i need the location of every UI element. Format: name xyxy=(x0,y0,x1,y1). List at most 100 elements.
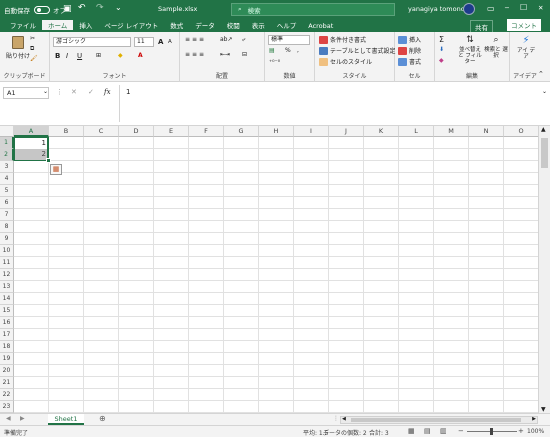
sort-filter-button[interactable]: ⇅ 並べ替えと フィルター xyxy=(457,35,483,65)
tab-acrobat[interactable]: Acrobat xyxy=(302,20,339,32)
column-header-j[interactable]: J xyxy=(329,126,364,137)
column-header-b[interactable]: B xyxy=(49,126,84,137)
column-header-d[interactable]: D xyxy=(119,126,154,137)
ideas-button[interactable]: ⚡ アイ デア xyxy=(515,35,537,60)
tab-view[interactable]: 表示 xyxy=(246,20,271,32)
cut-icon[interactable]: ✂ xyxy=(30,35,35,42)
autosave-toggle[interactable]: 自動保存 オフ xyxy=(4,5,66,15)
minimize-icon[interactable]: ─ xyxy=(505,4,509,12)
tab-data[interactable]: データ xyxy=(189,20,221,32)
row-header-18[interactable]: 18 xyxy=(0,341,14,353)
currency-icon[interactable]: ▤ xyxy=(269,47,275,54)
scroll-down-icon[interactable]: ▼ xyxy=(541,406,546,413)
page-break-view-icon[interactable]: ▥ xyxy=(440,427,447,435)
zoom-out-icon[interactable]: − xyxy=(458,427,464,435)
font-name-select[interactable]: 游ゴシック xyxy=(53,37,131,47)
format-painter-icon[interactable]: 🖌 xyxy=(30,55,38,62)
select-all-corner[interactable] xyxy=(0,126,14,137)
row-header-15[interactable]: 15 xyxy=(0,305,14,317)
zoom-in-icon[interactable]: + xyxy=(518,427,524,435)
percent-button[interactable]: % xyxy=(285,47,291,54)
tab-insert[interactable]: 挿入 xyxy=(73,20,98,32)
bold-button[interactable]: B xyxy=(55,52,60,60)
search-box[interactable]: ⌕ 検索 xyxy=(231,3,395,16)
tab-page-layout[interactable]: ページ レイアウト xyxy=(98,20,164,32)
vertical-scrollbar[interactable]: ▲ ▼ xyxy=(538,126,550,413)
vertical-align-icons[interactable]: ≡≡≡ xyxy=(185,36,206,43)
row-header-17[interactable]: 17 xyxy=(0,329,14,341)
close-icon[interactable]: ✕ xyxy=(538,4,543,12)
tab-help[interactable]: ヘルプ xyxy=(271,20,303,32)
row-header-14[interactable]: 14 xyxy=(0,293,14,305)
tab-formulas[interactable]: 数式 xyxy=(164,20,189,32)
row-header-13[interactable]: 13 xyxy=(0,281,14,293)
page-layout-view-icon[interactable]: ▤ xyxy=(424,427,431,435)
add-sheet-icon[interactable]: ⊕ xyxy=(99,414,106,423)
column-header-a[interactable]: A xyxy=(14,126,49,137)
format-table-button[interactable]: テーブルとして書式設定 xyxy=(319,46,395,55)
row-header-6[interactable]: 6 xyxy=(0,197,14,209)
comments-button[interactable]: コメント xyxy=(507,19,541,31)
redo-icon[interactable]: ↷ xyxy=(96,3,104,13)
column-header-m[interactable]: M xyxy=(434,126,469,137)
row-header-8[interactable]: 8 xyxy=(0,221,14,233)
name-box-dropdown-icon[interactable]: ⌄ xyxy=(43,88,48,95)
row-header-21[interactable]: 21 xyxy=(0,377,14,389)
row-header-7[interactable]: 7 xyxy=(0,209,14,221)
scroll-left-icon[interactable]: ◀ xyxy=(342,416,346,422)
underline-button[interactable]: U xyxy=(77,52,82,60)
sheet-prev-icon[interactable]: ◀ xyxy=(6,415,11,422)
autosum-icon[interactable]: Σ xyxy=(439,35,444,44)
insert-cells-button[interactable]: 挿入 xyxy=(398,35,421,44)
normal-view-icon[interactable]: ▦ xyxy=(408,427,415,435)
worksheet-grid[interactable]: ABCDEFGHIJKLMNO 1 2 3 4 5 6 7 8 9 10 11 12 13 14 15 16 1… xyxy=(0,126,538,413)
restore-icon[interactable]: ☐ xyxy=(520,3,527,12)
fill-handle[interactable] xyxy=(46,158,51,163)
paste-button[interactable]: 貼り付け xyxy=(6,36,30,60)
font-size-select[interactable]: 11 xyxy=(134,37,154,47)
row-header-3[interactable]: 3 xyxy=(0,161,14,173)
conditional-format-button[interactable]: 条件付き書式 xyxy=(319,35,366,44)
formula-input[interactable]: 1 xyxy=(119,85,541,122)
column-header-i[interactable]: I xyxy=(294,126,329,137)
row-header-19[interactable]: 19 xyxy=(0,353,14,365)
expand-formula-bar-icon[interactable]: ⌄ xyxy=(542,88,547,95)
row-header-23[interactable]: 23 xyxy=(0,401,14,413)
number-format-select[interactable]: 標準 xyxy=(268,35,310,45)
horizontal-scroll-thumb[interactable] xyxy=(351,418,521,422)
row-header-16[interactable]: 16 xyxy=(0,317,14,329)
zoom-slider-thumb[interactable] xyxy=(490,428,493,435)
cell-styles-button[interactable]: セルのスタイル xyxy=(319,57,372,66)
row-header-1[interactable]: 1 xyxy=(0,137,14,149)
avatar[interactable] xyxy=(463,3,475,15)
horizontal-align-icons[interactable]: ≡≡≡ xyxy=(185,51,206,58)
autosave-switch[interactable] xyxy=(34,5,50,14)
italic-button[interactable]: I xyxy=(66,52,68,60)
cancel-icon[interactable]: ✕ xyxy=(71,88,77,96)
column-header-l[interactable]: L xyxy=(399,126,434,137)
shrink-font-button[interactable]: A xyxy=(168,39,172,45)
ribbon-display-icon[interactable]: ▭ xyxy=(487,4,495,13)
merge-center-icon[interactable]: ⊟ xyxy=(242,51,247,58)
row-header-2[interactable]: 2 xyxy=(0,149,14,161)
save-icon[interactable]: ▣ xyxy=(63,4,72,14)
row-header-22[interactable]: 22 xyxy=(0,389,14,401)
scroll-right-icon[interactable]: ▶ xyxy=(532,416,536,422)
column-header-o[interactable]: O xyxy=(504,126,538,137)
sheet-tab-sheet1[interactable]: Sheet1 xyxy=(48,414,84,425)
zoom-level[interactable]: 100% xyxy=(527,428,544,435)
column-header-n[interactable]: N xyxy=(469,126,504,137)
quick-analysis-icon[interactable]: ▦ xyxy=(50,164,62,175)
horizontal-scrollbar[interactable]: ◀ ▶ xyxy=(340,416,538,424)
borders-icon[interactable]: ⊞ xyxy=(96,52,101,59)
font-color-icon[interactable]: A xyxy=(138,52,143,59)
find-select-button[interactable]: ⌕ 検索と 選択 xyxy=(484,35,508,59)
insert-function-button[interactable]: fx xyxy=(104,88,111,96)
undo-icon[interactable]: ↶ xyxy=(78,3,86,13)
column-header-f[interactable]: F xyxy=(189,126,224,137)
column-header-g[interactable]: G xyxy=(224,126,259,137)
fill-icon[interactable]: ⬇ xyxy=(439,46,444,53)
collapse-ribbon-icon[interactable]: ⌃ xyxy=(538,70,544,78)
format-cells-button[interactable]: 書式 xyxy=(398,57,421,66)
tab-home[interactable]: ホーム xyxy=(42,20,74,32)
